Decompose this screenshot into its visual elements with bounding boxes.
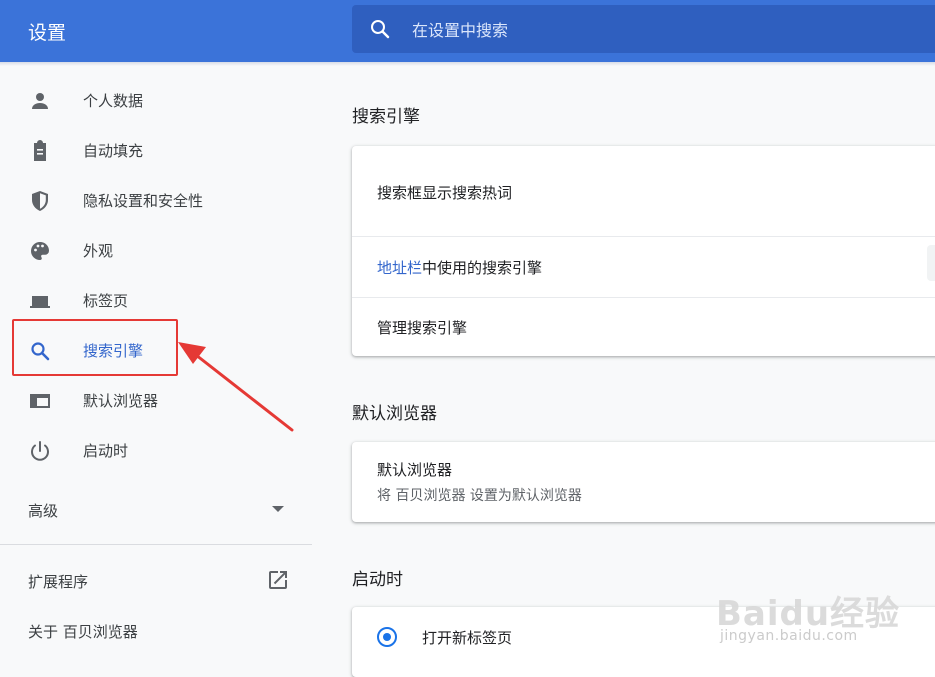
- laptop-icon: [30, 296, 50, 308]
- sidebar-item-label: 标签页: [83, 292, 129, 310]
- clipboard-icon: [34, 140, 46, 161]
- search-box[interactable]: [352, 5, 935, 53]
- section-title-search-engine: 搜索引擎: [352, 107, 420, 127]
- search-input[interactable]: [410, 15, 894, 45]
- sidebar-item-appearance[interactable]: 外观: [0, 230, 312, 270]
- setting-row-manage-engines[interactable]: 管理搜索引擎: [352, 298, 935, 356]
- search-engine-card: 搜索框显示搜索热词 地址栏中使用的搜索引擎 管理搜索引擎: [352, 146, 935, 356]
- palette-icon: [31, 242, 49, 260]
- sidebar-item-label: 默认浏览器: [83, 392, 159, 410]
- setting-label: 地址栏中使用的搜索引擎: [377, 257, 542, 278]
- setting-label: 管理搜索引擎: [377, 319, 468, 337]
- section-title-startup: 启动时: [352, 570, 403, 590]
- default-browser-card: 默认浏览器 将 百贝浏览器 设置为默认浏览器: [352, 442, 935, 522]
- watermark: Baidu经验 jingyan.baidu.com: [716, 568, 935, 671]
- radio-label: 打开新标签页: [422, 629, 513, 647]
- setting-sublabel: 将 百贝浏览器 设置为默认浏览器: [377, 488, 582, 504]
- engine-dropdown[interactable]: [927, 245, 935, 281]
- setting-row-hot-words[interactable]: 搜索框显示搜索热词: [352, 146, 935, 236]
- person-icon: [32, 93, 48, 109]
- sidebar-item-on-startup[interactable]: 启动时: [0, 430, 312, 470]
- sidebar-item-label: 自动填充: [83, 142, 144, 160]
- sidebar-item-label: 隐私设置和安全性: [83, 192, 204, 210]
- sidebar-item-label: 个人数据: [83, 92, 144, 110]
- open-in-new-icon[interactable]: [266, 568, 290, 592]
- page-title: 设置: [28, 22, 67, 44]
- caret-down-icon[interactable]: [272, 506, 284, 512]
- sidebar-item-tabs[interactable]: 标签页: [0, 280, 312, 320]
- sidebar-item-label: 启动时: [83, 442, 129, 460]
- shield-icon: [32, 191, 48, 211]
- setting-label: 默认浏览器: [377, 461, 453, 479]
- watermark-url: jingyan.baidu.com: [720, 628, 858, 644]
- section-title-default-browser: 默认浏览器: [352, 404, 437, 424]
- search-icon: [371, 20, 390, 39]
- setting-label-text: 中使用的搜索引擎: [422, 259, 543, 277]
- address-bar-link[interactable]: 地址栏: [377, 259, 422, 277]
- sidebar-item-autofill[interactable]: 自动填充: [0, 130, 312, 170]
- sidebar-item-default-browser[interactable]: 默认浏览器: [0, 380, 312, 420]
- sidebar-item-personal-data[interactable]: 个人数据: [0, 80, 312, 120]
- setting-label: 搜索框显示搜索热词: [377, 184, 513, 202]
- extensions-link[interactable]: 扩展程序: [28, 571, 88, 592]
- radio-open-new-tab[interactable]: [377, 627, 397, 647]
- advanced-toggle[interactable]: 高级: [28, 500, 58, 521]
- annotation-highlight-box: [12, 319, 178, 376]
- top-bar: 设置: [0, 0, 935, 62]
- power-icon: [31, 441, 49, 461]
- setting-row-address-bar-engine: 地址栏中使用的搜索引擎: [352, 237, 935, 297]
- sidebar-item-privacy[interactable]: 隐私设置和安全性: [0, 180, 312, 220]
- sidebar-divider: [0, 544, 312, 545]
- about-link[interactable]: 关于 百贝浏览器: [28, 621, 138, 642]
- browser-window-icon: [30, 394, 50, 408]
- sidebar-item-label: 外观: [83, 242, 114, 260]
